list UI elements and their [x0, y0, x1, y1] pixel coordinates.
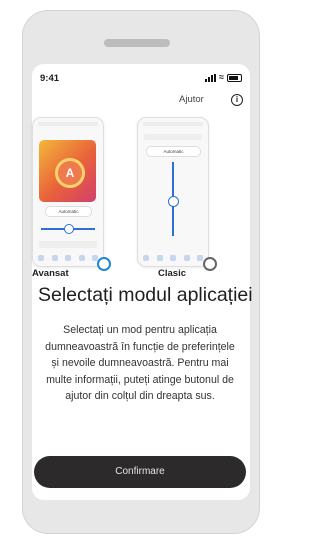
classic-mode-preview[interactable]: Automatic: [137, 117, 209, 267]
mode-label-classic: Clasic: [158, 268, 186, 279]
phone-speaker: [104, 39, 170, 47]
mode-label-advanced: Avansat: [32, 268, 69, 279]
signal-icon: [205, 73, 217, 82]
preview-automatic-chip: Automatic: [146, 146, 201, 157]
info-icon[interactable]: i: [231, 94, 243, 106]
status-icons: ≈: [205, 73, 242, 82]
preview-header: [38, 122, 98, 126]
advanced-mode-preview[interactable]: A Automatic: [32, 117, 104, 267]
wifi-icon: ≈: [219, 72, 224, 82]
preview-program-letter: A: [55, 158, 85, 188]
preview-volume-knob: [168, 196, 179, 207]
radio-classic[interactable]: [203, 257, 217, 271]
preview-nav: [143, 255, 203, 262]
description-text: Selectați un mod pentru aplicația dumnea…: [45, 324, 235, 402]
page-title: Selectați modul aplicației: [38, 284, 253, 306]
battery-icon: [227, 73, 242, 82]
preview-automatic-chip: Automatic: [45, 206, 92, 217]
preview-tabs: [39, 241, 97, 248]
preview-volume-knob: [64, 224, 74, 234]
preview-tabs: [144, 134, 202, 140]
status-time: 9:41: [40, 73, 60, 84]
preview-header: [143, 122, 203, 126]
preview-nav: [38, 255, 98, 262]
status-bar: 9:41 ≈: [32, 72, 250, 88]
help-label[interactable]: Ajutor: [179, 94, 204, 105]
confirm-button[interactable]: Confirmare: [34, 456, 246, 488]
preview-program-tile: A: [39, 140, 96, 202]
radio-advanced[interactable]: [97, 257, 111, 271]
